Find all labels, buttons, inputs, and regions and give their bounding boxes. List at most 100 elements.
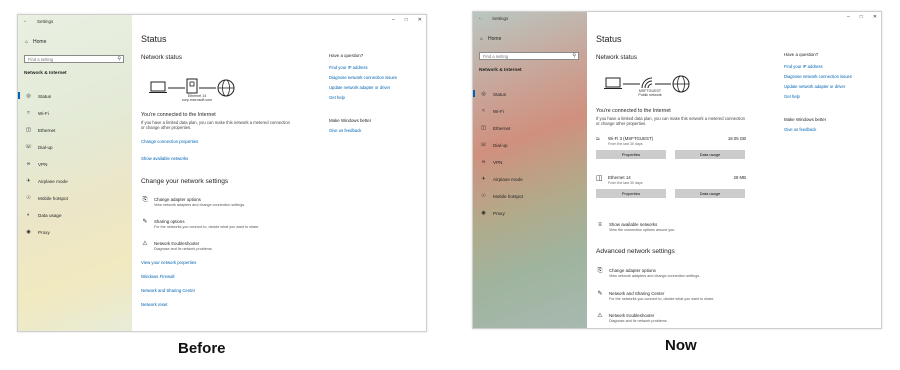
sidebar-item-airplane[interactable]: ✈ Airplane mode xyxy=(480,176,522,182)
sidebar-item-hotspot[interactable]: ☉ Mobile hotspot xyxy=(480,193,523,199)
sidebar-item-ethernet[interactable]: ◫ Ethernet xyxy=(25,127,55,133)
show-available-networks[interactable]: ≡ Show available networks View the connec… xyxy=(596,222,675,232)
now-settings-window: ← Settings ⌂ Home Find a setting ⚲ Network… xyxy=(472,11,882,329)
search-input[interactable]: Find a setting ⚲ xyxy=(24,55,124,63)
sidebar-item-hotspot[interactable]: ☉ Mobile hotspot xyxy=(25,195,68,201)
sidebar-item-proxy[interactable]: ◉ Proxy xyxy=(25,229,49,235)
network-type: Public network xyxy=(638,93,662,98)
sidebar-item-label: Ethernet xyxy=(493,125,511,131)
home-icon: ⌂ xyxy=(480,36,484,42)
option-desc: View network adapters and change connect… xyxy=(609,274,701,278)
sidebar-item-proxy[interactable]: ◉ Proxy xyxy=(480,210,505,216)
option-title: Change adapter options xyxy=(154,197,201,202)
option-title: Sharing options xyxy=(154,219,185,224)
adapter-ethernet: ◫ Ethernet 14 From the last 30 days 28 MB… xyxy=(596,175,746,198)
change-connection-properties-link[interactable]: Change connection properties xyxy=(141,139,198,144)
diagnose-link[interactable]: Diagnose network connection issues xyxy=(784,74,852,79)
network-sharing-center-link[interactable]: Network and Sharing Center xyxy=(141,288,195,293)
status-icon: ◎ xyxy=(26,93,31,99)
network-diagram xyxy=(149,78,235,97)
sidebar-item-dialup[interactable]: ☏ Dial-up xyxy=(480,142,508,148)
question-heading: Have a question? xyxy=(784,52,819,57)
network-troubleshooter[interactable]: ⚠ Network troubleshooter Diagnose and fix… xyxy=(141,241,212,251)
sidebar-item-label: Dial-up xyxy=(493,142,508,148)
home-label: Home xyxy=(488,36,502,42)
search-placeholder: Find a setting xyxy=(28,57,54,62)
sidebar-home[interactable]: ⌂ Home xyxy=(25,39,46,45)
search-icon: ⚲ xyxy=(117,56,121,62)
feedback-link[interactable]: Give us feedback xyxy=(329,128,361,133)
show-available-networks-link[interactable]: Show available networks xyxy=(141,156,188,161)
wifi-signal-icon xyxy=(641,77,653,89)
network-status-heading: Network status xyxy=(141,54,182,61)
sharing-icon: ✎ xyxy=(597,291,603,297)
sidebar-item-status[interactable]: ◎ Status xyxy=(473,90,507,97)
data-usage-button[interactable]: Data usage xyxy=(675,189,745,198)
sidebar-item-label: Proxy xyxy=(493,210,505,216)
sidebar-item-label: Wi-Fi xyxy=(38,110,49,116)
find-ip-link[interactable]: Find your IP address xyxy=(784,64,823,69)
status-icon: ◎ xyxy=(481,91,486,97)
sidebar-item-label: Status xyxy=(493,91,507,97)
sidebar-item-dialup[interactable]: ☏ Dial-up xyxy=(25,144,52,150)
sidebar-item-wifi[interactable]: ≈ Wi-Fi xyxy=(480,108,504,114)
home-icon: ⌂ xyxy=(25,39,29,45)
sidebar-home[interactable]: ⌂ Home xyxy=(480,36,501,42)
domain-name: corp.microsoft.com xyxy=(181,98,213,103)
ethernet-adapter-icon xyxy=(186,78,198,94)
adapter-period: From the last 30 days xyxy=(608,181,643,185)
change-adapter-options[interactable]: ⎘ Change adapter options View network ada… xyxy=(596,268,701,278)
main-content: Status Network status Ethernet 14 corp.m… xyxy=(139,15,426,331)
adapter-icon: ⎘ xyxy=(597,268,603,274)
windows-firewall-link[interactable]: Windows Firewall xyxy=(141,274,174,279)
ethernet-icon: ◫ xyxy=(596,175,603,182)
option-desc: View the connection options around you. xyxy=(609,228,676,232)
wifi-icon: ≈ xyxy=(596,136,600,143)
sidebar-item-airplane[interactable]: ✈ Airplane mode xyxy=(25,178,67,184)
warning-icon: ⚠ xyxy=(142,241,148,247)
update-adapter-link[interactable]: Update network adapter or driver xyxy=(329,85,390,90)
sidebar-item-status[interactable]: ◎ Status xyxy=(18,92,51,99)
sidebar-item-wifi[interactable]: ≈ Wi-Fi xyxy=(25,110,49,116)
sidebar-item-ethernet[interactable]: ◫ Ethernet xyxy=(480,125,510,131)
data-usage-button[interactable]: Data usage xyxy=(675,150,745,159)
home-label: Home xyxy=(33,39,47,45)
title-bar: ← Settings xyxy=(473,12,587,24)
feedback-link[interactable]: Give us feedback xyxy=(784,127,816,132)
network-list-icon: ≡ xyxy=(598,222,602,228)
adapter-usage: 28 MB xyxy=(733,175,746,180)
network-troubleshooter[interactable]: ⚠ Network troubleshooter Diagnose and fix… xyxy=(596,313,668,323)
title-bar: ← Settings xyxy=(18,15,132,27)
properties-button[interactable]: Properties xyxy=(596,189,666,198)
option-title: Change adapter options xyxy=(609,268,656,273)
search-input[interactable]: Find a setting ⚲ xyxy=(479,52,579,60)
sidebar-item-vpn[interactable]: ∞ VPN xyxy=(480,159,503,165)
sidebar: ← Settings ⌂ Home Find a setting ⚲ Network… xyxy=(473,12,587,328)
sharing-options[interactable]: ✎ Sharing options For the networks you co… xyxy=(141,219,259,229)
change-adapter-options[interactable]: ⎘ Change adapter options View network ada… xyxy=(141,197,246,207)
view-network-properties-link[interactable]: View your network properties xyxy=(141,260,196,265)
sidebar-item-data-usage[interactable]: ◐ Data usage xyxy=(25,212,62,218)
sidebar-item-vpn[interactable]: ∞ VPN xyxy=(25,161,48,167)
get-help-link[interactable]: Get help xyxy=(329,95,345,100)
network-status-heading: Network status xyxy=(596,54,637,61)
vpn-icon: ∞ xyxy=(481,159,486,165)
diagram-caption: Ethernet 14 corp.microsoft.com xyxy=(167,94,227,103)
option-desc: Diagnose and fix network problems. xyxy=(609,319,668,323)
diagnose-link[interactable]: Diagnose network connection issues xyxy=(329,75,397,80)
page-title: Status xyxy=(596,34,622,44)
properties-button[interactable]: Properties xyxy=(596,150,666,159)
adapter-name: Ethernet 14 xyxy=(608,175,631,180)
warning-icon: ⚠ xyxy=(597,313,603,319)
back-arrow-icon[interactable]: ← xyxy=(23,18,28,24)
find-ip-link[interactable]: Find your IP address xyxy=(329,65,368,70)
network-sharing-center[interactable]: ✎ Network and Sharing Center For the netw… xyxy=(596,291,714,301)
back-arrow-icon[interactable]: ← xyxy=(478,15,483,21)
get-help-link[interactable]: Get help xyxy=(784,94,800,99)
network-reset-link[interactable]: Network reset xyxy=(141,302,168,307)
wifi-icon: ≈ xyxy=(482,108,485,114)
make-better-heading: Make Windows better xyxy=(784,117,827,122)
sidebar-item-label: Ethernet xyxy=(38,127,56,133)
window-title: Settings xyxy=(37,18,54,24)
update-adapter-link[interactable]: Update network adapter or driver xyxy=(784,84,845,89)
